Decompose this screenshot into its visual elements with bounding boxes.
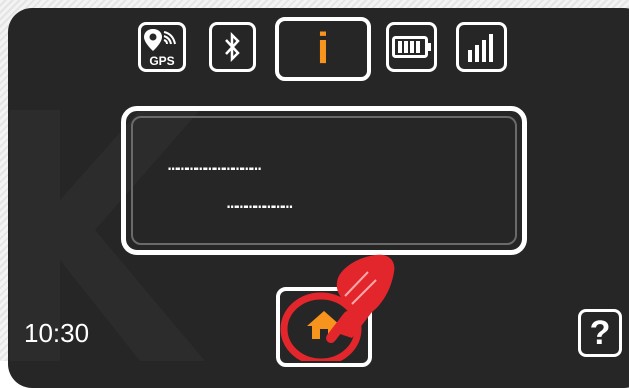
message-line-1: ………………………… [168,157,261,176]
info-icon: i [316,24,330,73]
message-line-2: ………………… [227,195,292,214]
info-button[interactable]: i [275,17,371,81]
help-button[interactable]: ? [578,309,622,357]
home-icon [307,311,341,339]
gps-label: GPS [149,54,174,68]
battery-button[interactable] [386,22,437,72]
battery-icon [391,36,431,58]
signal-button[interactable] [456,22,507,72]
help-icon: ? [589,313,611,352]
clock: 10:30 [24,318,90,348]
message-display-inner [131,116,517,245]
signal-icon [467,34,493,62]
gps-button[interactable]: GPS [138,22,186,72]
home-button[interactable] [276,287,372,367]
bluetooth-button[interactable] [209,22,256,72]
bluetooth-icon [224,32,240,62]
gps-icon: GPS [144,29,176,68]
